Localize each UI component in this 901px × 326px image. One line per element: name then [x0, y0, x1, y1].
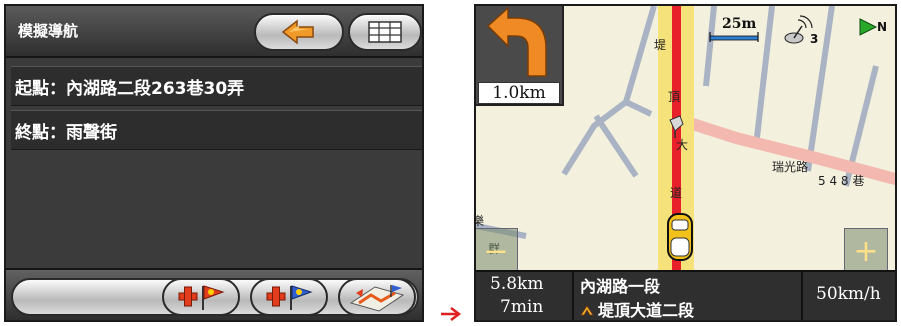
- header-bar: 模擬導航: [6, 6, 422, 58]
- route-edit-icon: [349, 285, 405, 312]
- scale-label: 25m: [722, 16, 757, 32]
- back-arrow-icon: [281, 19, 314, 45]
- end-point-label: 終點：雨聲街: [15, 123, 117, 143]
- transition-arrow-icon: [441, 307, 462, 321]
- plus-icon: +: [853, 233, 879, 269]
- satellite-count: 3: [810, 32, 819, 46]
- car-position-icon: [667, 213, 693, 261]
- remaining-time: 7min: [500, 297, 544, 317]
- remaining-distance: 5.8km: [490, 274, 544, 294]
- next-turn-panel: 1.0km: [476, 6, 564, 106]
- grid-icon: [368, 21, 402, 43]
- grid-view-button[interactable]: [348, 13, 422, 51]
- screen-title: 模擬導航: [18, 22, 79, 40]
- start-point-label: 起點：內湖路二段263巷30弄: [15, 79, 245, 99]
- next-road-row: 堤頂大道二段: [580, 297, 695, 320]
- divider: [572, 272, 574, 320]
- map-label-lane: 5 4 8 巷: [818, 174, 865, 188]
- minus-icon: −: [483, 233, 509, 269]
- turn-left-arrow-icon: [486, 6, 547, 77]
- start-flag-icon: [178, 285, 225, 310]
- footer-toolbar: [6, 268, 422, 320]
- end-point-row[interactable]: 終點：雨聲街: [11, 110, 422, 150]
- north-label: N: [877, 20, 888, 34]
- next-road: 堤頂大道二段: [598, 301, 695, 320]
- add-start-point-button[interactable]: [162, 278, 240, 316]
- end-flag-icon: [266, 285, 313, 310]
- back-button[interactable]: [254, 13, 344, 51]
- current-speed: 50km/h: [816, 284, 881, 304]
- turn-distance: 1.0km: [478, 82, 560, 104]
- map-label-road-char: 頂: [668, 90, 681, 104]
- map-label-road-char: 道: [670, 186, 683, 200]
- current-road: 內湖路一段: [580, 277, 661, 296]
- navigation-map-screen: 1.0km 25m 3 N 堤 頂 大 道 瑞光路 5 4 8 巷 樂 群 − …: [474, 4, 897, 322]
- route-setup-screen: 模擬導航 起點：內湖路二段263巷30弄 終點：雨聲街: [4, 4, 424, 322]
- divider: [801, 272, 803, 320]
- map-label-road-char: 大: [676, 138, 689, 152]
- map-label-road-char: 堤: [654, 38, 667, 52]
- route-edit-button[interactable]: [338, 278, 416, 316]
- add-end-point-button[interactable]: [250, 278, 328, 316]
- start-point-row[interactable]: 起點：內湖路二段263巷30弄: [11, 66, 422, 106]
- map-label-partial: 樂: [476, 212, 484, 229]
- navigation-status-bar: 5.8km 7min 內湖路一段 堤頂大道二段 50km/h: [476, 270, 895, 320]
- zoom-out-button[interactable]: −: [476, 228, 518, 274]
- zoom-in-button[interactable]: +: [844, 228, 888, 274]
- map-label-horizontal-road: 瑞光路: [772, 160, 809, 174]
- next-road-arrow-icon: [580, 305, 594, 316]
